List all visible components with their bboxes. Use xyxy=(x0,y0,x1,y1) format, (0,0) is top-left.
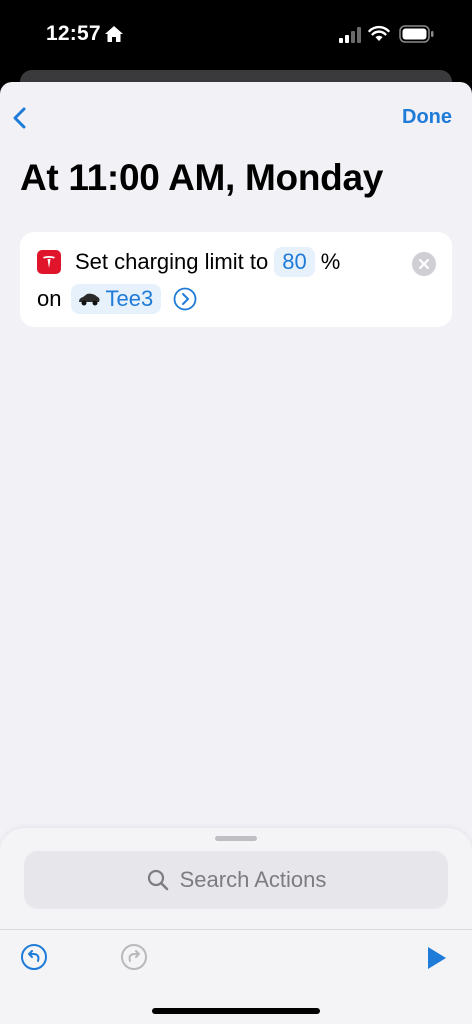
play-icon[interactable] xyxy=(424,945,448,971)
home-icon xyxy=(105,26,123,42)
search-icon xyxy=(147,869,168,891)
toolbar-divider xyxy=(0,929,472,930)
search-actions-field[interactable]: Search Actions xyxy=(24,851,448,909)
action-line-2: on Tee3 xyxy=(37,284,197,314)
signal-icon xyxy=(339,27,361,43)
wifi-icon xyxy=(368,25,390,41)
panel-grabber[interactable] xyxy=(215,836,257,841)
done-button[interactable]: Done xyxy=(402,106,452,129)
close-circle-icon[interactable] xyxy=(412,252,436,276)
limit-unit: % xyxy=(320,249,341,274)
battery-icon xyxy=(399,25,434,43)
vehicle-token[interactable]: Tee3 xyxy=(71,284,162,314)
action-text-prefix: Set charging limit to xyxy=(75,249,269,274)
home-indicator xyxy=(152,1008,320,1014)
redo-icon[interactable] xyxy=(120,943,148,971)
status-bar: 12:57 xyxy=(0,0,472,70)
vehicle-name: Tee3 xyxy=(105,286,154,311)
tesla-logo-icon xyxy=(37,250,61,274)
status-time: 12:57 xyxy=(46,22,101,45)
search-placeholder: Search Actions xyxy=(179,867,327,892)
back-chevron-icon[interactable] xyxy=(10,106,32,130)
limit-value-token[interactable]: 80 xyxy=(274,247,315,277)
undo-icon[interactable] xyxy=(20,943,48,971)
on-label: on xyxy=(37,286,62,311)
action-line-1: Set charging limit to 80 % xyxy=(75,247,340,277)
page-title: At 11:00 AM, Monday xyxy=(20,157,383,198)
action-card[interactable]: Set charging limit to 80 % on Tee3 xyxy=(20,232,452,327)
car-icon xyxy=(79,293,100,306)
chevron-right-circle-icon[interactable] xyxy=(173,287,197,311)
